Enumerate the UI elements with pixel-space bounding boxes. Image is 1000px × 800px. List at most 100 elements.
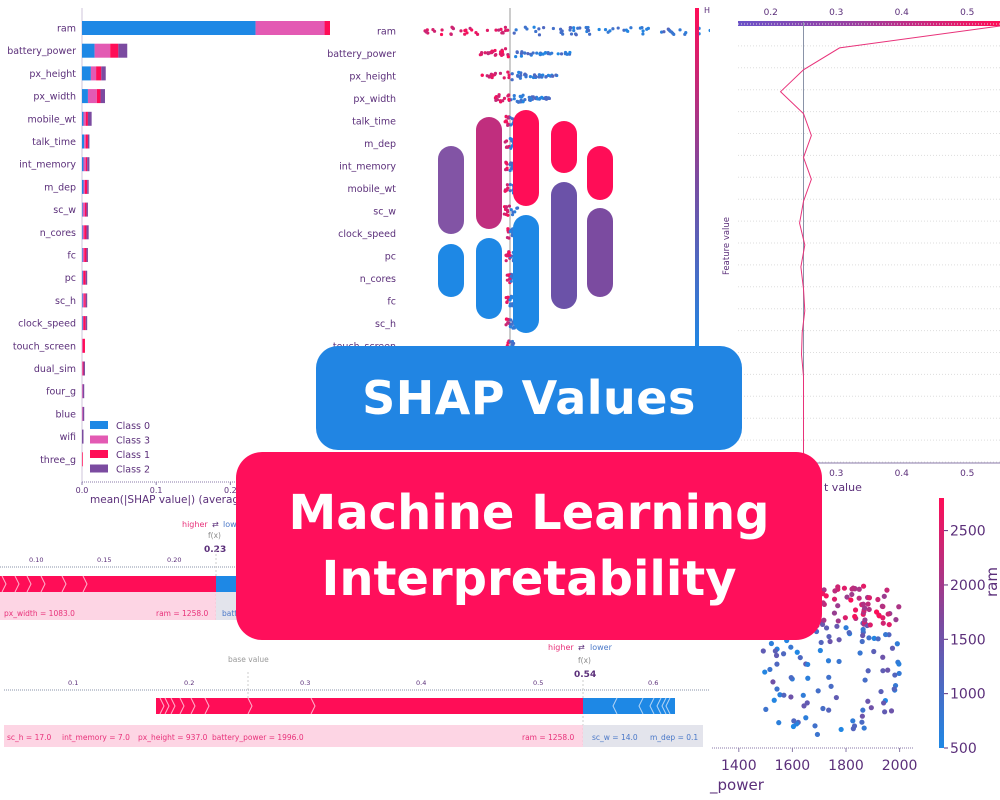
beeswarm-dot xyxy=(559,52,564,56)
x-tick: 0.5 xyxy=(533,679,543,687)
beeswarm-dot xyxy=(523,51,527,55)
pill xyxy=(513,110,539,206)
bar-segment-class-3 xyxy=(82,248,85,262)
bar-segment-class-2 xyxy=(85,270,88,285)
bar-row: mobile_wt xyxy=(28,111,92,126)
beeswarm-dot xyxy=(440,28,444,32)
beeswarm-dot xyxy=(550,51,554,55)
dependence-dot xyxy=(760,648,766,654)
beeswarm-dot xyxy=(538,52,542,56)
beeswarm-dot xyxy=(512,31,516,35)
feature-label: px_width = 1083.0 xyxy=(4,609,75,618)
dependence-dot xyxy=(826,707,832,713)
x-tick: 0.2 xyxy=(184,679,194,687)
dependence-dot xyxy=(831,610,838,616)
dependence-dot xyxy=(878,688,884,695)
beeswarm-dot xyxy=(641,29,645,33)
y-tick-label: blue xyxy=(55,409,76,420)
bar-segment-class-3 xyxy=(84,134,86,149)
bar-segment-class-1 xyxy=(85,134,88,149)
dependence-dot xyxy=(896,604,902,610)
beeswarm-dot xyxy=(534,29,538,34)
dependence-dot xyxy=(835,603,841,609)
bar-segment-class-3 xyxy=(82,316,84,331)
y-tick-label: int_memory xyxy=(339,162,396,173)
dependence-dot xyxy=(875,596,881,603)
dependence-dot xyxy=(896,661,902,667)
beeswarm-dot xyxy=(515,50,519,55)
bar-segment-class-1 xyxy=(83,270,86,285)
bar-segment-class-0 xyxy=(82,316,83,331)
legend-label: Class 0 xyxy=(116,421,150,432)
beeswarm-dot xyxy=(546,73,551,78)
dependence-dot xyxy=(885,667,891,673)
beeswarm-dot xyxy=(508,298,512,302)
bar-segment-class-1 xyxy=(110,43,119,58)
dependence-dot xyxy=(826,674,832,680)
bar-segment-class-0 xyxy=(82,111,84,126)
dependence-dot xyxy=(841,585,848,591)
beeswarm-dot xyxy=(585,27,589,31)
beeswarm-dot xyxy=(480,73,484,77)
bar-segment-class-0 xyxy=(82,21,256,35)
bar-segment-class-3 xyxy=(255,21,325,35)
base-value-label: base value xyxy=(228,655,269,664)
beeswarm-dot xyxy=(506,321,510,325)
bar-segment-class-3 xyxy=(83,111,86,126)
beeswarm-dot xyxy=(668,29,672,33)
y-tick-label: fc xyxy=(387,297,396,308)
beeswarm-dot xyxy=(486,51,490,56)
beeswarm-dot xyxy=(507,93,511,97)
beeswarm-dot xyxy=(506,227,510,231)
legend-swatch xyxy=(90,435,108,444)
dependence-dot xyxy=(774,661,780,667)
beeswarm-dot xyxy=(532,73,537,77)
dependence-dot xyxy=(859,713,865,719)
beeswarm-dot xyxy=(516,74,520,78)
beeswarm-dot xyxy=(527,98,532,102)
beeswarm-dot xyxy=(544,96,549,100)
y-tick-label: battery_power xyxy=(7,46,76,57)
beeswarm-dot xyxy=(606,30,610,34)
beeswarm-dot xyxy=(518,76,522,80)
bar-segment-class-2 xyxy=(83,361,85,376)
force-negative-bar xyxy=(583,698,675,714)
beeswarm-dot xyxy=(512,341,516,346)
beeswarm-dot xyxy=(638,26,643,30)
beeswarm-dot xyxy=(508,168,512,173)
higher-label: higher xyxy=(182,520,208,529)
beeswarm-dot xyxy=(424,30,428,34)
y-tick-label: px_height xyxy=(349,72,396,83)
beeswarm-dot xyxy=(537,27,541,31)
dependence-dot xyxy=(852,613,858,620)
bar-segment-class-3 xyxy=(82,270,84,285)
pill xyxy=(438,146,464,234)
beeswarm-dot xyxy=(518,94,522,98)
higher-label: higher xyxy=(548,643,574,652)
beeswarm-dot xyxy=(574,33,578,37)
dependence-dot xyxy=(834,623,840,629)
fx-label: f(x) xyxy=(208,531,221,540)
beeswarm-dot xyxy=(531,95,535,99)
beeswarm-dot xyxy=(542,26,546,30)
dependence-dot xyxy=(805,661,811,668)
title-line-interpretability: Interpretability xyxy=(321,551,737,607)
dependence-dot xyxy=(818,639,824,646)
legend-label: Class 3 xyxy=(116,436,150,447)
beeswarm-dot xyxy=(535,51,539,55)
beeswarm-dot xyxy=(504,296,508,300)
dependence-dot xyxy=(814,731,821,738)
dependence-dot xyxy=(894,641,900,647)
bar-segment-class-0 xyxy=(82,157,84,172)
dependence-dot xyxy=(857,650,863,656)
dependence-dot xyxy=(893,617,899,623)
y-tick-label: touch_screen xyxy=(13,341,76,352)
dependence-dot xyxy=(849,591,855,598)
beeswarm-dot xyxy=(515,206,520,210)
beeswarm-dot xyxy=(662,30,666,34)
bar-segment-class-2 xyxy=(86,225,89,240)
colorbar-label: ram xyxy=(983,567,1000,597)
fx-value: 0.54 xyxy=(574,670,596,680)
x-tick-top: 0.4 xyxy=(895,8,910,18)
bar-segment-class-2 xyxy=(101,66,106,81)
